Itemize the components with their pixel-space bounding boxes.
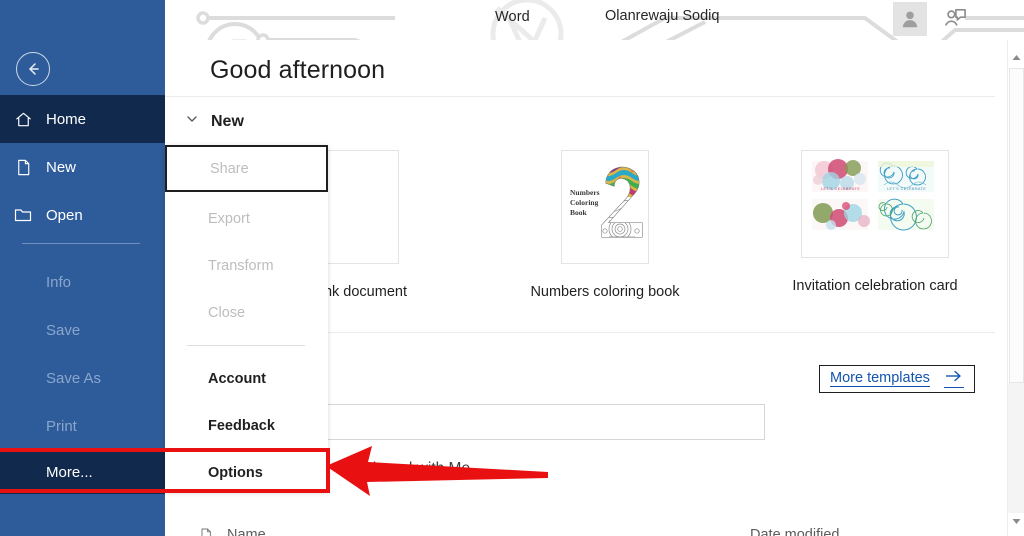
scroll-up-arrow-icon[interactable] [1008, 49, 1024, 66]
menu-item-account[interactable]: Account [165, 355, 328, 402]
share-person-icon[interactable] [940, 4, 970, 34]
scroll-down-arrow-icon[interactable] [1008, 513, 1024, 530]
app-name-label: Word [495, 9, 530, 25]
open-folder-icon [0, 205, 46, 225]
svg-text:LET'S CELEBRATE: LET'S CELEBRATE [821, 187, 860, 191]
word-backstage-window: Home New Open Info Save Save As Print Mo… [0, 0, 1024, 536]
chevron-down-icon[interactable] [185, 112, 199, 131]
sidebar-item-print[interactable]: Print [0, 402, 165, 450]
sidebar-item-new[interactable]: New [0, 143, 165, 191]
menu-item-label: Export [208, 210, 250, 227]
column-header-date-modified[interactable]: Date modified [750, 527, 839, 536]
svg-text:Numbers: Numbers [570, 188, 600, 197]
svg-text:LET'S CELEBRATE: LET'S CELEBRATE [887, 187, 926, 191]
sidebar-item-save[interactable]: Save [0, 306, 165, 354]
menu-item-label: Account [208, 370, 266, 387]
document-icon [185, 527, 227, 536]
menu-item-transform[interactable]: Transform [165, 242, 328, 289]
account-name-label[interactable]: Olanrewaju Sodiq [605, 8, 719, 24]
sidebar-item-info[interactable]: Info [0, 258, 165, 306]
more-templates-button[interactable]: More templates [819, 365, 975, 393]
tab-label: Shared with Me [362, 460, 471, 477]
template-card-numbers-coloring-book[interactable]: Numbers Coloring Book Numbers coloring b… [510, 150, 700, 300]
title-bar: Word Olanrewaju Sodiq ? [165, 0, 1024, 40]
sidebar-item-label: Home [46, 110, 87, 128]
sidebar-item-label: Save [46, 321, 81, 339]
document-list-header: Name Date modified [185, 520, 995, 536]
scrollbar-thumb[interactable] [1009, 68, 1024, 383]
invitation-celebration-card-thumb: LET'S CELEBRATE LET'S CELEBRATE [801, 150, 949, 258]
menu-item-feedback[interactable]: Feedback [165, 402, 328, 449]
template-label: Numbers coloring book [530, 284, 680, 300]
arrow-right-icon [943, 369, 964, 388]
column-header-name[interactable]: Name [227, 527, 266, 536]
home-icon [0, 110, 46, 129]
sidebar-item-label: Print [46, 417, 77, 435]
sidebar-item-label: Info [46, 273, 72, 291]
sidebar-item-label: New [46, 158, 77, 176]
sidebar-item-save-as[interactable]: Save As [0, 354, 165, 402]
tab-shared-with-me[interactable]: Shared with Me [346, 460, 486, 488]
sidebar-item-more[interactable]: More... [0, 450, 165, 494]
more-options-popup-menu: Share Export Transform Close Account Fee… [165, 145, 328, 492]
sidebar-item-label: Open [46, 206, 83, 224]
template-label: Invitation celebration card [792, 278, 958, 294]
svg-text:Book: Book [570, 208, 588, 217]
sidebar-divider [22, 243, 140, 244]
menu-divider [187, 345, 305, 346]
sidebar-item-home[interactable]: Home [0, 95, 165, 143]
menu-item-options[interactable]: Options [165, 449, 328, 496]
sidebar-item-label: Save As [46, 369, 102, 387]
menu-item-label: Share [210, 160, 249, 177]
menu-item-label: Feedback [208, 417, 275, 434]
vertical-scrollbar[interactable] [1007, 40, 1024, 536]
menu-item-export[interactable]: Export [165, 195, 328, 242]
back-arrow-circle-icon[interactable] [16, 52, 50, 86]
sidebar-item-open[interactable]: Open [0, 191, 165, 239]
sidebar-item-label: More... [46, 463, 93, 481]
new-section-label: New [211, 112, 244, 130]
backstage-sidebar: Home New Open Info Save Save As Print Mo… [0, 0, 165, 536]
menu-item-label: Options [208, 464, 263, 481]
content-divider-top [165, 96, 995, 97]
template-card-invitation-celebration-card[interactable]: LET'S CELEBRATE LET'S CELEBRATE Invitati… [780, 150, 970, 294]
scrollbar-track[interactable] [1008, 383, 1024, 513]
page-title: Good afternoon [210, 56, 386, 84]
menu-item-close[interactable]: Close [165, 289, 328, 336]
more-templates-label: More templates [830, 370, 930, 387]
menu-item-label: Transform [208, 257, 274, 274]
menu-item-label: Close [208, 304, 246, 321]
svg-text:Coloring: Coloring [570, 198, 599, 207]
account-person-icon[interactable] [893, 2, 927, 36]
new-document-icon [0, 158, 46, 177]
numbers-coloring-book-thumb: Numbers Coloring Book [561, 150, 649, 264]
new-section-header[interactable]: New [185, 112, 244, 131]
menu-item-share[interactable]: Share [165, 145, 328, 192]
